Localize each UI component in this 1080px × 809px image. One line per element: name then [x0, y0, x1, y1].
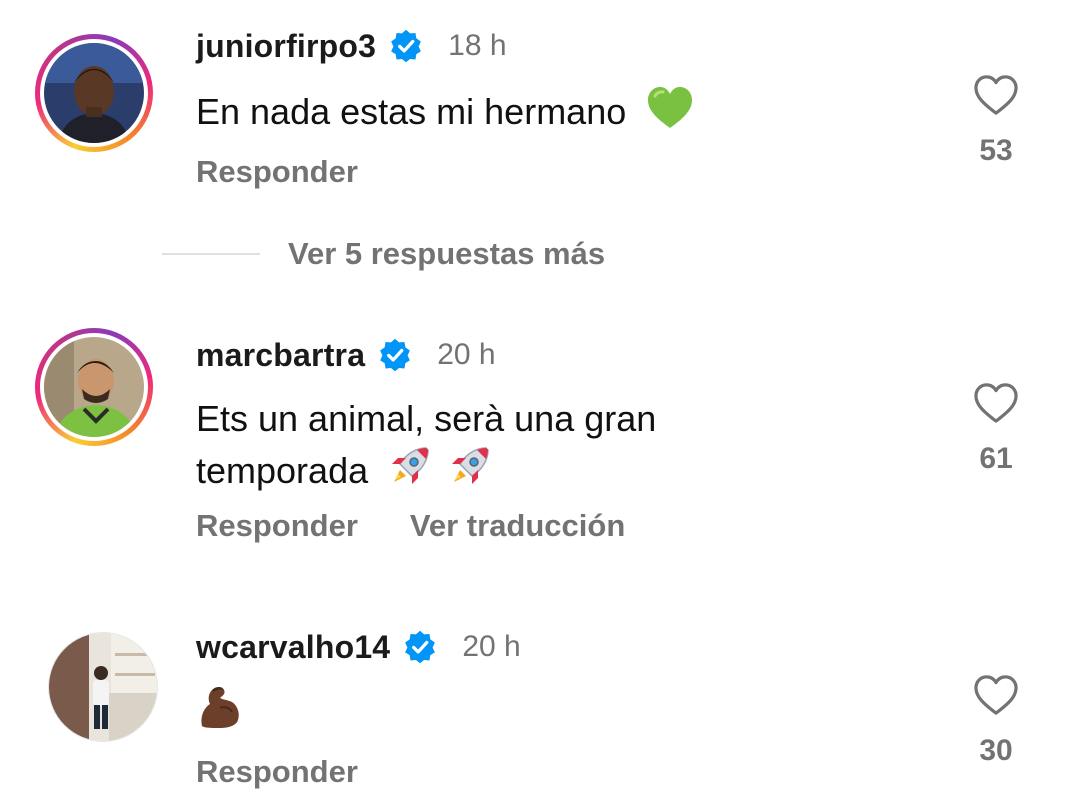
story-ring-avatar[interactable]	[35, 34, 153, 152]
comment-item: juniorfirpo3 18 h En nada estas mi herma…	[0, 0, 1080, 200]
view-replies-label[interactable]: Ver 5 respuestas más	[288, 236, 605, 272]
comment-actions: Responder	[196, 154, 358, 190]
reply-button[interactable]: Responder	[196, 154, 358, 190]
rocket-emoji	[446, 444, 492, 503]
verified-badge-icon	[405, 630, 436, 664]
heart-outline-icon[interactable]	[973, 382, 1019, 424]
comment-item: wcarvalho14 20 h Responder 30	[0, 590, 1080, 809]
comment-text	[196, 682, 796, 743]
timestamp: 18 h	[448, 29, 507, 62]
timestamp: 20 h	[462, 630, 521, 663]
rocket-emoji	[386, 444, 432, 503]
comment-body: En nada estas mi hermano	[196, 91, 627, 133]
like-count: 53	[979, 134, 1013, 167]
timestamp: 20 h	[437, 338, 496, 371]
comment-actions: Responder Ver traducción	[196, 508, 625, 544]
comment-header: marcbartra 20 h	[196, 335, 496, 375]
like-control: 61	[970, 382, 1022, 476]
like-control: 30	[970, 674, 1022, 768]
reply-button[interactable]: Responder	[196, 508, 358, 544]
like-control: 53	[970, 74, 1022, 168]
green-heart-emoji	[646, 86, 694, 143]
comment-body-continued: temporada	[196, 450, 369, 492]
username[interactable]: marcbartra	[196, 337, 365, 374]
story-ring-avatar[interactable]	[35, 328, 153, 446]
comment-header: wcarvalho14 20 h	[196, 627, 521, 667]
avatar[interactable]	[48, 632, 158, 742]
comment-text: En nada estas mi hermano	[196, 86, 796, 143]
view-replies-toggle[interactable]: Ver 5 respuestas más	[162, 232, 605, 276]
username[interactable]: juniorfirpo3	[196, 28, 376, 65]
like-count: 61	[979, 442, 1013, 475]
avatar	[44, 337, 144, 437]
heart-outline-icon[interactable]	[973, 74, 1019, 116]
comment-text: Ets un animal, serà una gran temporada	[196, 394, 796, 503]
comment-item: marcbartra 20 h Ets un animal, serà una …	[0, 300, 1080, 560]
comment-body: Ets un animal, serà una gran	[196, 398, 657, 439]
heart-outline-icon[interactable]	[973, 674, 1019, 716]
comment-header: juniorfirpo3 18 h	[196, 26, 507, 66]
reply-button[interactable]: Responder	[196, 754, 358, 790]
flexed-biceps-emoji	[196, 682, 242, 743]
avatar	[44, 43, 144, 143]
verified-badge-icon	[380, 338, 411, 372]
comment-body-line2: temporada	[196, 444, 796, 503]
verified-badge-icon	[391, 29, 422, 63]
translate-button[interactable]: Ver traducción	[410, 508, 625, 544]
username[interactable]: wcarvalho14	[196, 629, 390, 666]
like-count: 30	[979, 734, 1013, 767]
comment-actions: Responder	[196, 754, 358, 790]
divider-line	[162, 253, 260, 255]
